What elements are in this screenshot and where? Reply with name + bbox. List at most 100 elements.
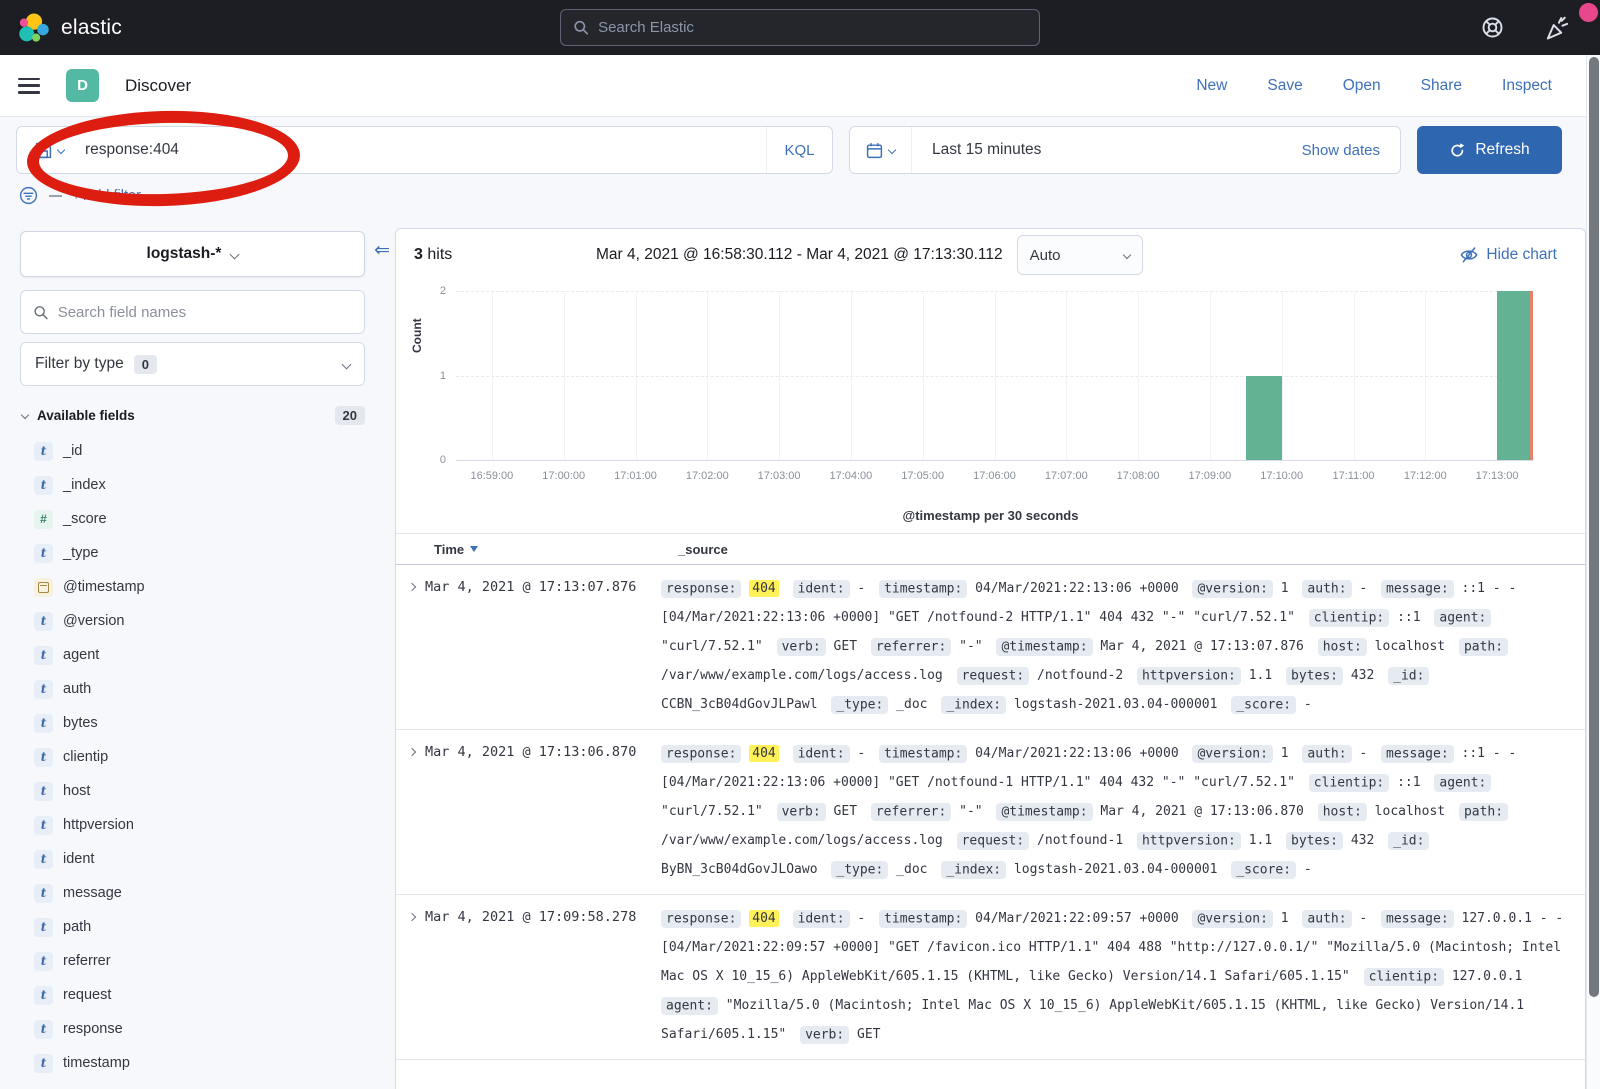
field-item-httpversion[interactable]: thttpversion (20, 808, 365, 842)
hide-chart-button[interactable]: Hide chart (1460, 246, 1557, 264)
field-name: clientip (63, 749, 108, 765)
global-search-box[interactable] (560, 9, 1040, 46)
field-item-_index[interactable]: t_index (20, 468, 365, 502)
field-value: Mar 4, 2021 @ 17:13:07.876 (1100, 639, 1304, 654)
header-icons (1479, 0, 1570, 55)
field-item-referrer[interactable]: treferrer (20, 944, 365, 978)
histogram-bar (1497, 291, 1533, 460)
field-name: message (63, 885, 122, 901)
query-language-button[interactable]: KQL (766, 127, 832, 173)
string-type-icon: t (34, 884, 53, 903)
menu-open[interactable]: Open (1343, 77, 1381, 95)
help-icon[interactable] (1479, 14, 1506, 41)
filter-options-icon[interactable] (18, 185, 39, 206)
field-value: - (1304, 862, 1312, 877)
query-bar: KQL (16, 126, 833, 174)
show-dates-button[interactable]: Show dates (1302, 142, 1400, 159)
field-value: /notfound-1 (1037, 833, 1123, 848)
y-tick-label: 1 (440, 370, 446, 382)
field-item-clientip[interactable]: tclientip (20, 740, 365, 774)
field-search-box[interactable] (20, 290, 365, 334)
field-key-pill: _score: (1231, 861, 1296, 879)
field-name: path (63, 919, 91, 935)
menu-share[interactable]: Share (1421, 77, 1462, 95)
date-quick-menu-button[interactable] (850, 127, 912, 173)
field-key-pill: message: (1381, 580, 1454, 598)
filter-by-type-button[interactable]: Filter by type 0 (20, 342, 365, 386)
field-search-input[interactable] (58, 304, 352, 321)
field-name: @timestamp (63, 579, 145, 595)
x-tick-label: 17:12:00 (1404, 470, 1447, 482)
elastic-brand[interactable]: elastic (18, 12, 122, 44)
field-key-pill: clientip: (1309, 609, 1389, 627)
field-item-auth[interactable]: tauth (20, 672, 365, 706)
field-key-pill: _index: (941, 861, 1006, 879)
menu-new[interactable]: New (1196, 77, 1227, 95)
y-tick-label: 0 (440, 454, 446, 466)
column-header-time[interactable]: Time (434, 542, 678, 557)
field-item-ident[interactable]: tident (20, 842, 365, 876)
field-name: host (63, 783, 90, 799)
field-item-message[interactable]: t message (20, 876, 365, 910)
field-value: - (1304, 697, 1312, 712)
field-key-pill: timestamp: (879, 745, 967, 763)
menu-save[interactable]: Save (1267, 77, 1302, 95)
interval-select[interactable]: Auto (1017, 235, 1143, 275)
field-key-pill: httpversion: (1137, 832, 1241, 850)
saved-query-menu-button[interactable] (17, 127, 81, 173)
chart-time-range-title: Mar 4, 2021 @ 16:58:30.112 - Mar 4, 2021… (596, 246, 1003, 264)
field-item-agent[interactable]: tagent (20, 638, 365, 672)
hits-bar: 3 hits Mar 4, 2021 @ 16:58:30.112 - Mar … (396, 229, 1585, 281)
field-item-@version[interactable]: t@version (20, 604, 365, 638)
field-value: 432 (1351, 668, 1374, 683)
expand-row-button[interactable] (408, 748, 416, 756)
field-key-pill: host: (1318, 638, 1367, 656)
query-input[interactable] (81, 127, 766, 173)
app-toolbar: D Discover NewSaveOpenShareInspect (0, 55, 1600, 117)
field-item-_type[interactable]: t_type (20, 536, 365, 570)
time-range-value[interactable]: Last 15 minutes (912, 141, 1041, 159)
field-item-_score[interactable]: #_score (20, 502, 365, 536)
field-item-path[interactable]: tpath (20, 910, 365, 944)
chevron-down-icon (56, 146, 64, 154)
field-value: 1 (1281, 581, 1289, 596)
field-item-response[interactable]: tresponse (20, 1012, 365, 1046)
field-item-timestamp[interactable]: ttimestamp (20, 1046, 365, 1080)
chart-plot[interactable]: 16:59:0017:00:0017:01:0017:02:0017:03:00… (456, 291, 1533, 461)
expand-row-button[interactable] (408, 583, 416, 591)
available-fields-toggle[interactable]: Available fields 20 (20, 398, 365, 432)
field-name: agent (63, 647, 99, 663)
menu-hamburger-icon[interactable] (18, 78, 40, 94)
add-filter-button[interactable]: + Add filter (72, 188, 141, 204)
string-type-icon: t (34, 442, 53, 461)
field-name: _index (63, 477, 106, 493)
global-search-input[interactable] (598, 19, 1027, 36)
field-key-pill: _type: (831, 861, 888, 879)
field-item-@timestamp[interactable]: @timestamp (20, 570, 365, 604)
field-key-pill: ident: (793, 580, 850, 598)
field-key-pill: _type: (831, 696, 888, 714)
news-alerts-icon[interactable] (1542, 14, 1570, 42)
field-value: 04/Mar/2021:22:13:06 +0000 (975, 581, 1179, 596)
expand-row-button[interactable] (408, 913, 416, 921)
x-tick-label: 17:07:00 (1045, 470, 1088, 482)
x-tick-label: 17:10:00 (1260, 470, 1303, 482)
field-item-request[interactable]: trequest (20, 978, 365, 1012)
field-key-pill: ident: (793, 910, 850, 928)
menu-inspect[interactable]: Inspect (1502, 77, 1552, 95)
field-key-pill: auth: (1302, 580, 1351, 598)
index-pattern-select[interactable]: logstash-* (20, 231, 365, 277)
string-type-icon: t (34, 986, 53, 1005)
refresh-button[interactable]: Refresh (1417, 126, 1562, 174)
collapse-sidebar-icon[interactable]: ⇐ (374, 241, 390, 260)
field-value: ::1 (1397, 610, 1420, 625)
x-tick-label: 17:08:00 (1117, 470, 1160, 482)
field-item-_id[interactable]: t_id (20, 434, 365, 468)
elastic-logo-icon (18, 12, 50, 44)
page-scrollbar-thumb[interactable] (1589, 57, 1599, 997)
field-item-host[interactable]: thost (20, 774, 365, 808)
page-scrollbar-track (1586, 55, 1600, 1089)
field-key-pill: auth: (1302, 745, 1351, 763)
discover-app-badge[interactable]: D (66, 69, 99, 102)
field-item-bytes[interactable]: tbytes (20, 706, 365, 740)
